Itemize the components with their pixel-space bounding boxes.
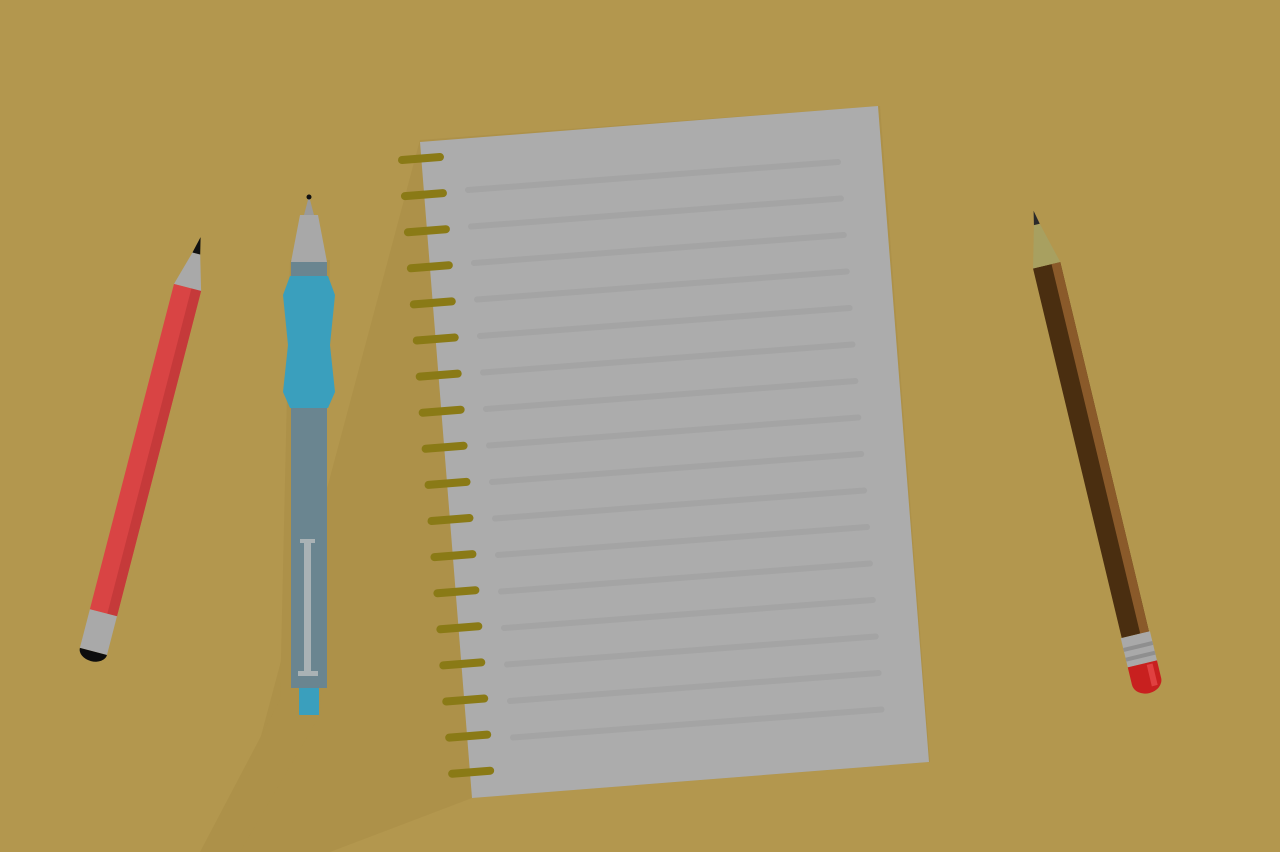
notebook-spiral-ring (400, 189, 447, 201)
notebook-spiral-ring (439, 658, 486, 670)
notebook-spiral-ring (406, 261, 453, 273)
spiral-notebook[interactable] (398, 106, 929, 798)
notebook-spiral-ring (398, 153, 444, 164)
pen-end-cap (299, 688, 319, 715)
notebook-spiral-ring (403, 225, 450, 237)
pen-clip-bottom (298, 671, 318, 676)
pen-clip (304, 540, 311, 674)
pen-collar (291, 262, 327, 276)
pen-ball (306, 194, 312, 200)
notebook-spiral-ring (427, 514, 474, 525)
notebook-spiral-ring (412, 333, 459, 345)
notebook-spiral-ring (445, 730, 492, 742)
notebook-spiral-ring (415, 369, 462, 381)
notebook-spiral-ring (418, 405, 465, 417)
notebook-spiral-ring (424, 477, 471, 489)
pen-grip (283, 276, 335, 408)
pen-clip-top (300, 539, 315, 543)
notebook-spiral-ring (442, 694, 489, 706)
notebook-spiral-ring (430, 550, 477, 562)
notebook-spiral-ring (421, 441, 468, 453)
notebook-spiral-ring (433, 586, 480, 598)
notebook-spiral-ring (448, 766, 495, 778)
notebook-spiral-ring (409, 297, 456, 309)
desk-scene (0, 0, 1280, 852)
notebook-spiral-ring (436, 622, 483, 634)
